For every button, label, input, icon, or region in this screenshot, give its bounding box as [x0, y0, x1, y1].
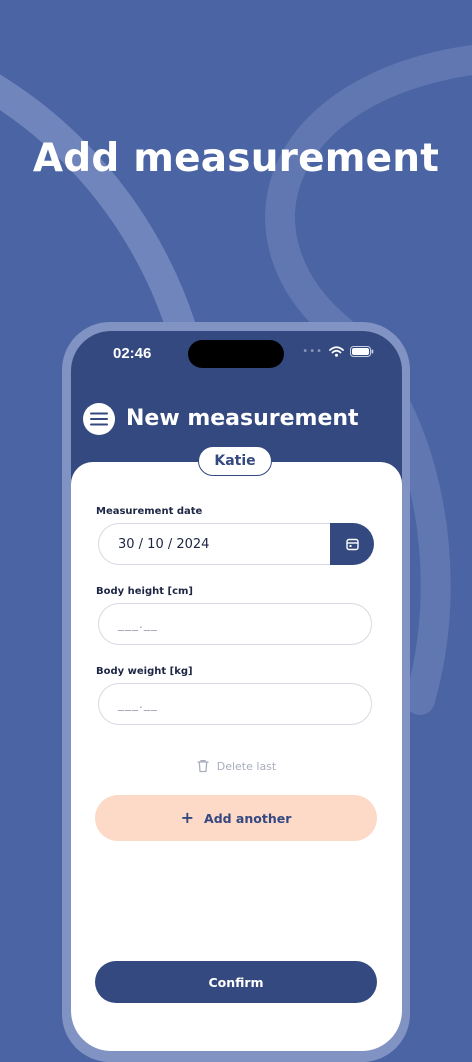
body-height-placeholder: ___.__	[118, 617, 158, 631]
battery-icon	[350, 346, 374, 357]
calendar-button[interactable]	[330, 523, 374, 565]
body-weight-label: Body weight [kg]	[96, 666, 193, 677]
plus-icon: +	[180, 808, 195, 827]
measurement-date-value: 30 / 10 / 2024	[118, 536, 210, 552]
page-headline: Add measurement	[32, 136, 440, 181]
delete-last-label: Delete last	[216, 759, 277, 773]
body-height-label: Body height [cm]	[96, 586, 194, 597]
add-another-button[interactable]: + Add another	[95, 795, 377, 841]
delete-last-button[interactable]: Delete last	[71, 759, 402, 773]
dynamic-island	[188, 340, 284, 368]
measurement-date-label: Measurement date	[96, 506, 203, 517]
trash-icon	[197, 759, 209, 773]
body-weight-placeholder: ___.__	[118, 697, 158, 711]
menu-icon	[90, 412, 108, 426]
confirm-button[interactable]: Confirm	[95, 961, 377, 1003]
add-another-label: Add another	[204, 810, 292, 826]
page-title: New measurement	[126, 406, 359, 431]
calendar-icon	[345, 538, 359, 550]
status-icons: •••	[302, 346, 374, 357]
signal-dots-icon: •••	[302, 346, 323, 357]
phone-screen: 02:46 ••• New measurement Katie Measurem…	[71, 331, 402, 1051]
menu-button[interactable]	[83, 403, 115, 435]
profile-chip[interactable]: Katie	[198, 446, 272, 476]
wifi-icon	[329, 346, 344, 357]
body-height-field[interactable]: ___.__	[98, 603, 372, 645]
confirm-label: Confirm	[208, 974, 264, 990]
status-time: 02:46	[113, 345, 152, 362]
body-weight-field[interactable]: ___.__	[98, 683, 372, 725]
